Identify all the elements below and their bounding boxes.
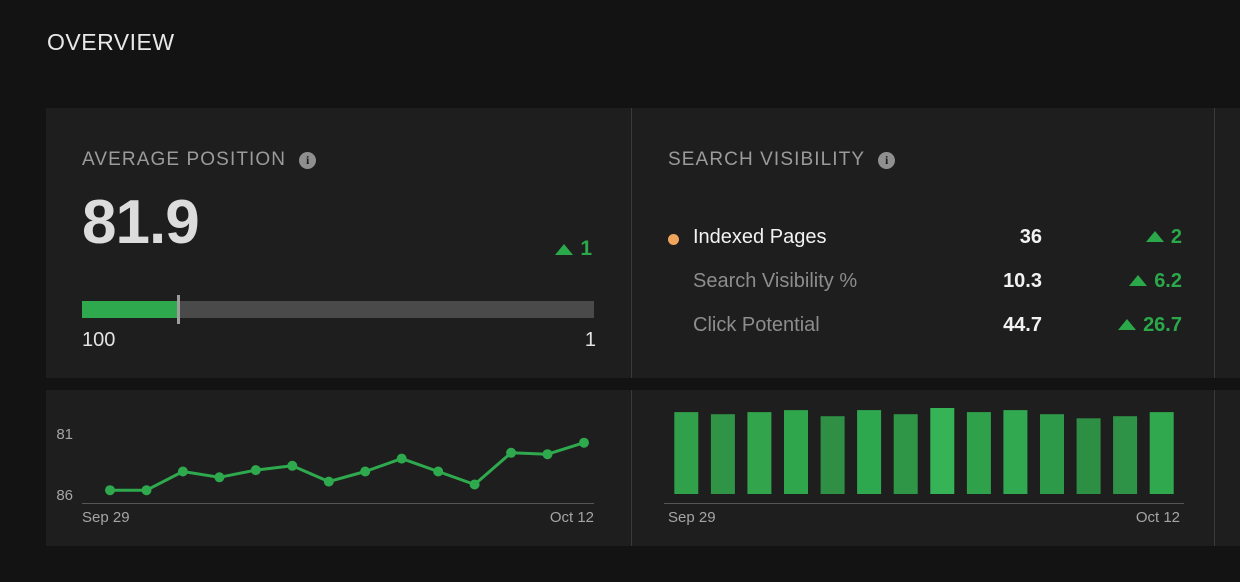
bar[interactable] [967,412,991,494]
bar[interactable] [1150,412,1174,494]
progress-scale-right: 1 [578,329,596,352]
data-point[interactable] [360,467,370,477]
data-point[interactable] [324,477,334,487]
search-visibility-title: SEARCH VISIBILITY [668,149,865,171]
metric-delta-value: 2 [1171,221,1182,254]
bar[interactable] [747,412,771,494]
bar[interactable] [674,412,698,494]
data-point[interactable] [287,461,297,471]
data-point[interactable] [251,465,261,475]
metric-delta: 6.2 [1129,265,1182,298]
data-point[interactable] [470,480,480,490]
data-point[interactable] [543,449,553,459]
triangle-up-icon [1146,231,1164,242]
metric-delta: 26.7 [1118,309,1182,342]
metric-delta-value: 26.7 [1143,309,1182,342]
average-position-line-chart: 81 86 Sep 29 Oct 12 [82,414,594,526]
bar[interactable] [1003,410,1027,494]
data-point[interactable] [506,448,516,458]
bar[interactable] [711,414,735,494]
info-icon[interactable]: i [878,152,895,169]
data-point[interactable] [579,438,589,448]
chart-divider-left [631,390,632,546]
data-point[interactable] [397,454,407,464]
data-point[interactable] [178,467,188,477]
chart-divider-right [1214,390,1215,546]
bar[interactable] [930,408,954,494]
metric-value: 44.7 [1003,309,1042,342]
metric-label: Click Potential [693,309,820,342]
info-icon[interactable]: i [299,152,316,169]
average-position-header: AVERAGE POSITION i [82,149,316,171]
triangle-up-icon [1118,319,1136,330]
average-position-delta: 1 [555,237,592,261]
panel-divider-left [631,108,632,378]
bar[interactable] [821,416,845,494]
x-axis-tick-start: Sep 29 [668,509,716,526]
series-bullet-icon [668,234,679,245]
bar[interactable] [784,410,808,494]
overview-page: OVERVIEW AVERAGE POSITION i 81.9 1 100 1… [0,0,1240,582]
triangle-up-icon [555,244,573,255]
list-item[interactable]: Click Potential 44.7 26.7 [668,309,1182,353]
metric-delta-value: 6.2 [1154,265,1182,298]
data-point[interactable] [105,485,115,495]
line-chart-plot [82,414,594,504]
progress-bar-marker [177,295,180,324]
average-position-title: AVERAGE POSITION [82,149,286,171]
metric-value: 36 [1020,221,1042,254]
average-position-progress-bar [82,301,594,318]
progress-scale-left: 100 [82,329,115,352]
metric-value: 10.3 [1003,265,1042,298]
y-axis-tick-bottom: 86 [56,487,73,504]
panel-divider-right [1214,108,1215,378]
metric-delta: 2 [1146,221,1182,254]
metric-label: Indexed Pages [693,221,826,254]
search-visibility-metric-list: Indexed Pages 36 2 Search Visibility % 1… [668,221,1182,353]
triangle-up-icon [1129,275,1147,286]
bar[interactable] [1077,418,1101,494]
page-title: OVERVIEW [47,29,175,56]
bar[interactable] [1040,414,1064,494]
search-visibility-header: SEARCH VISIBILITY i [668,149,895,171]
indexed-pages-bar-chart: Sep 29 Oct 12 [668,414,1180,526]
x-axis-tick-start: Sep 29 [82,509,130,526]
list-item[interactable]: Search Visibility % 10.3 6.2 [668,265,1182,309]
x-axis-tick-end: Oct 12 [550,509,594,526]
data-point[interactable] [433,467,443,477]
bar[interactable] [857,410,881,494]
bar[interactable] [1113,416,1137,494]
metric-label: Search Visibility % [693,265,857,298]
average-position-value: 81.9 [82,192,199,254]
bar[interactable] [894,414,918,494]
y-axis-tick-top: 81 [56,426,73,443]
progress-bar-fill [82,301,177,318]
data-point[interactable] [214,472,224,482]
x-axis-line [82,503,594,504]
x-axis-tick-end: Oct 12 [1136,509,1180,526]
x-axis-line [664,503,1184,504]
bar-chart-plot [668,414,1180,504]
list-item[interactable]: Indexed Pages 36 2 [668,221,1182,265]
average-position-delta-value: 1 [580,237,592,261]
data-point[interactable] [142,485,152,495]
